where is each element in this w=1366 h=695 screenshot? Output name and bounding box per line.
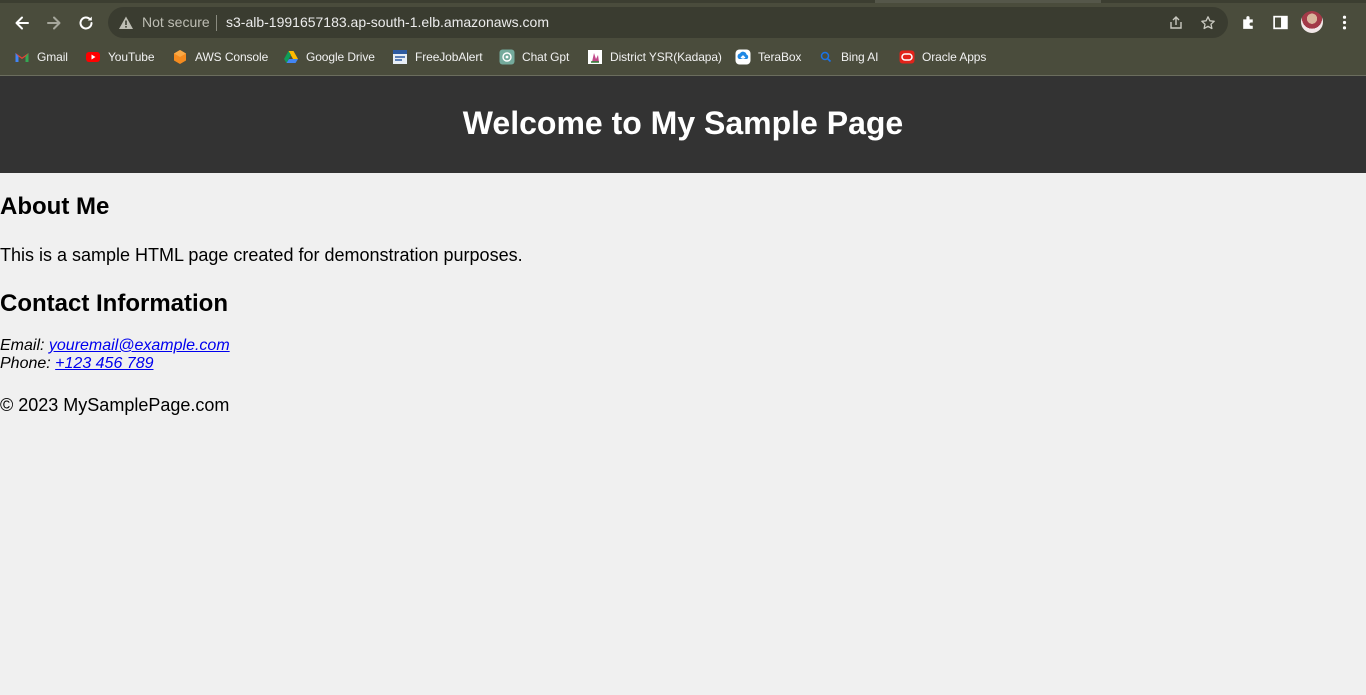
bookmark-star-button[interactable] xyxy=(1199,14,1217,32)
share-button[interactable] xyxy=(1167,14,1185,32)
bookmark-label: Chat Gpt xyxy=(522,50,570,64)
reload-icon xyxy=(79,16,93,30)
extensions-button[interactable] xyxy=(1238,12,1258,32)
bookmark-label: Gmail xyxy=(37,50,68,64)
page-title: Welcome to My Sample Page xyxy=(462,105,904,141)
star-icon xyxy=(1201,16,1215,30)
footer-copyright: © 2023 MySamplePage.com xyxy=(0,395,230,415)
kebab-menu-icon xyxy=(1342,15,1346,29)
bookmark-district-ysr[interactable]: District YSR(Kadapa) xyxy=(587,47,722,67)
bookmarks-bar: Gmail YouTube AWS Console Google Drive F… xyxy=(0,44,1366,70)
bookmark-label: FreeJobAlert xyxy=(415,50,483,64)
chatgpt-icon xyxy=(499,49,515,65)
back-button[interactable] xyxy=(9,10,35,36)
google-drive-icon xyxy=(283,49,299,65)
security-label[interactable]: Not secure xyxy=(142,14,210,30)
menu-button[interactable] xyxy=(1334,12,1354,32)
bookmark-oracle-apps[interactable]: Oracle Apps xyxy=(899,47,986,67)
phone-line: Phone: +123 456 789 xyxy=(0,355,230,373)
about-heading: About Me xyxy=(0,193,110,220)
warning-icon[interactable] xyxy=(118,15,134,31)
side-panel-icon xyxy=(1272,15,1288,29)
reload-button[interactable] xyxy=(73,10,99,36)
bookmark-chat-gpt[interactable]: Chat Gpt xyxy=(499,47,569,67)
bing-icon xyxy=(818,49,834,65)
bookmark-freejobalert[interactable]: FreeJobAlert xyxy=(392,47,483,67)
bookmark-label: YouTube xyxy=(108,50,155,64)
phone-link[interactable]: +123 456 789 xyxy=(55,355,153,372)
bookmark-label: TeraBox xyxy=(758,50,802,64)
freejobalert-icon xyxy=(392,49,408,65)
bookmark-bing-ai[interactable]: Bing AI xyxy=(818,47,878,67)
bookmark-label: Bing AI xyxy=(841,50,879,64)
bookmark-terabox[interactable]: TeraBox xyxy=(735,47,801,67)
bookmark-youtube[interactable]: YouTube xyxy=(85,47,155,67)
contact-heading: Contact Information xyxy=(0,290,228,317)
bookmark-aws-console[interactable]: AWS Console xyxy=(172,47,268,67)
share-icon xyxy=(1170,16,1182,29)
browser-chrome: Not secure s3-alb-1991657183.ap-south-1.… xyxy=(0,0,1366,76)
bookmark-gmail[interactable]: Gmail xyxy=(14,47,68,67)
forward-button[interactable] xyxy=(41,10,67,36)
omnibox-divider xyxy=(216,15,217,31)
browser-toolbar: Not secure s3-alb-1991657183.ap-south-1.… xyxy=(0,3,1366,41)
district-icon xyxy=(587,49,603,65)
contact-address: Email: youremail@example.com Phone: +123… xyxy=(0,337,230,373)
url-text[interactable]: s3-alb-1991657183.ap-south-1.elb.amazona… xyxy=(226,14,549,30)
gmail-icon xyxy=(14,49,30,65)
address-bar[interactable]: Not secure s3-alb-1991657183.ap-south-1.… xyxy=(108,7,1228,38)
back-arrow-icon xyxy=(15,16,29,30)
youtube-icon xyxy=(85,49,101,65)
side-panel-button[interactable] xyxy=(1270,12,1290,32)
email-line: Email: youremail@example.com xyxy=(0,337,230,355)
profile-avatar[interactable] xyxy=(1301,11,1323,33)
email-link[interactable]: youremail@example.com xyxy=(49,337,230,354)
page-header: Welcome to My Sample Page xyxy=(0,76,1366,173)
phone-label: Phone: xyxy=(0,355,51,372)
oracle-icon xyxy=(899,49,915,65)
aws-icon xyxy=(172,49,188,65)
email-label: Email: xyxy=(0,337,45,354)
bookmark-label: Google Drive xyxy=(306,50,375,64)
about-text: This is a sample HTML page created for d… xyxy=(0,245,523,265)
forward-arrow-icon xyxy=(47,16,61,30)
puzzle-icon xyxy=(1242,15,1253,29)
bookmark-label: AWS Console xyxy=(195,50,269,64)
bookmark-label: Oracle Apps xyxy=(922,50,987,64)
bookmark-label: District YSR(Kadapa) xyxy=(610,50,722,64)
terabox-icon xyxy=(735,49,751,65)
bookmark-google-drive[interactable]: Google Drive xyxy=(283,47,375,67)
